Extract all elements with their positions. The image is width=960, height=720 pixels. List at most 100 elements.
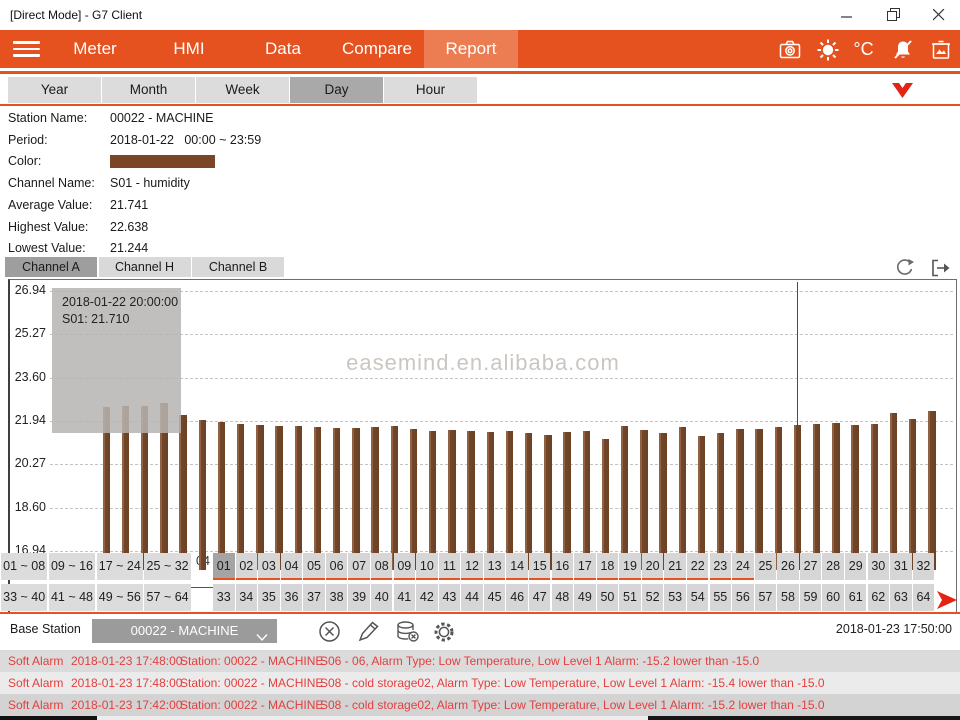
channel-button-04[interactable]: 04 (281, 553, 303, 580)
channel-button-44[interactable]: 44 (461, 584, 483, 611)
celsius-icon[interactable]: °C (851, 37, 876, 62)
channel-button-56[interactable]: 56 (732, 584, 754, 611)
channel-button-33[interactable]: 33 (213, 584, 235, 611)
channel-button-30[interactable]: 30 (868, 553, 890, 580)
alarm-mute-icon[interactable] (890, 37, 915, 62)
channel-button-37[interactable]: 37 (303, 584, 325, 611)
channel-button-32[interactable]: 32 (913, 553, 935, 580)
base-station-dropdown[interactable]: 00022 - MACHINE (92, 619, 277, 643)
channel-button-15[interactable]: 15 (529, 553, 551, 580)
channel-button-47[interactable]: 47 (529, 584, 551, 611)
channel-button-29[interactable]: 29 (845, 553, 867, 580)
channel-button-39[interactable]: 39 (348, 584, 370, 611)
channel-button-19[interactable]: 19 (619, 553, 641, 580)
close-button[interactable] (922, 0, 956, 29)
channel-button-55[interactable]: 55 (710, 584, 732, 611)
channel-button-46[interactable]: 46 (506, 584, 528, 611)
edit-icon[interactable] (356, 619, 381, 644)
channel-button-24[interactable]: 24 (732, 553, 754, 580)
channel-button-09[interactable]: 09 (394, 553, 416, 580)
menu-item-data[interactable]: Data (236, 30, 330, 68)
channel-tab-channel-b[interactable]: Channel B (192, 257, 284, 277)
channel-button-62[interactable]: 62 (868, 584, 890, 611)
channel-group-button-25~32[interactable]: 25 ~ 32 (144, 553, 190, 580)
channel-button-41[interactable]: 41 (394, 584, 416, 611)
screenshot-bin-icon[interactable] (928, 37, 953, 62)
menu-item-compare[interactable]: Compare (330, 30, 424, 68)
channel-button-36[interactable]: 36 (281, 584, 303, 611)
channel-button-50[interactable]: 50 (597, 584, 619, 611)
menu-item-hmi[interactable]: HMI (142, 30, 236, 68)
channel-tab-channel-a[interactable]: Channel A (5, 257, 97, 277)
brightness-icon[interactable] (815, 37, 840, 62)
channel-button-06[interactable]: 06 (326, 553, 348, 580)
restore-button[interactable] (876, 0, 910, 29)
channel-button-63[interactable]: 63 (890, 584, 912, 611)
channel-button-12[interactable]: 12 (461, 553, 483, 580)
channel-group-button-57~64[interactable]: 57 ~ 64 (144, 584, 190, 611)
database-clear-icon[interactable] (395, 619, 420, 644)
channel-button-28[interactable]: 28 (822, 553, 844, 580)
channel-button-01[interactable]: 01 (213, 553, 235, 580)
minimize-button[interactable] (830, 0, 864, 29)
channel-button-10[interactable]: 10 (416, 553, 438, 580)
period-tab-week[interactable]: Week (196, 77, 289, 103)
channel-group-button-33~40[interactable]: 33 ~ 40 (1, 584, 47, 611)
scroll-right-button[interactable] (936, 590, 958, 615)
channel-button-57[interactable]: 57 (755, 584, 777, 611)
camera-icon[interactable] (777, 37, 802, 62)
channel-button-59[interactable]: 59 (800, 584, 822, 611)
channel-button-45[interactable]: 45 (484, 584, 506, 611)
period-tab-hour[interactable]: Hour (384, 77, 477, 103)
settings-icon[interactable] (431, 619, 456, 644)
channel-button-34[interactable]: 34 (236, 584, 258, 611)
channel-group-button-01~08[interactable]: 01 ~ 08 (1, 553, 47, 580)
channel-button-22[interactable]: 22 (687, 553, 709, 580)
channel-button-03[interactable]: 03 (258, 553, 280, 580)
channel-group-button-49~56[interactable]: 49 ~ 56 (97, 584, 143, 611)
channel-button-26[interactable]: 26 (777, 553, 799, 580)
channel-button-35[interactable]: 35 (258, 584, 280, 611)
channel-button-11[interactable]: 11 (439, 553, 461, 580)
channel-group-button-41~48[interactable]: 41 ~ 48 (49, 584, 95, 611)
alarm-row[interactable]: Soft Alarm2018-01-23 17:48:00Station: 00… (0, 672, 960, 694)
channel-button-38[interactable]: 38 (326, 584, 348, 611)
channel-button-08[interactable]: 08 (371, 553, 393, 580)
collapse-panel-button[interactable] (891, 80, 914, 105)
channel-button-40[interactable]: 40 (371, 584, 393, 611)
alarm-row[interactable]: Soft Alarm2018-01-23 17:48:00Station: 00… (0, 650, 960, 672)
channel-button-42[interactable]: 42 (416, 584, 438, 611)
channel-button-27[interactable]: 27 (800, 553, 822, 580)
hamburger-menu-icon[interactable] (13, 41, 40, 57)
channel-button-64[interactable]: 64 (913, 584, 935, 611)
period-tab-day[interactable]: Day (290, 77, 383, 103)
channel-group-button-09~16[interactable]: 09 ~ 16 (49, 553, 95, 580)
channel-button-16[interactable]: 16 (552, 553, 574, 580)
channel-button-18[interactable]: 18 (597, 553, 619, 580)
period-tab-year[interactable]: Year (8, 77, 101, 103)
channel-button-14[interactable]: 14 (506, 553, 528, 580)
channel-button-05[interactable]: 05 (303, 553, 325, 580)
channel-group-button-17~24[interactable]: 17 ~ 24 (97, 553, 143, 580)
channel-button-25[interactable]: 25 (755, 553, 777, 580)
channel-button-58[interactable]: 58 (777, 584, 799, 611)
channel-button-23[interactable]: 23 (710, 553, 732, 580)
channel-button-53[interactable]: 53 (664, 584, 686, 611)
channel-button-52[interactable]: 52 (642, 584, 664, 611)
clear-icon[interactable] (317, 619, 342, 644)
menu-item-report[interactable]: Report (424, 30, 518, 68)
alarm-row[interactable]: Soft Alarm2018-01-23 17:42:00Station: 00… (0, 694, 960, 716)
channel-button-21[interactable]: 21 (664, 553, 686, 580)
menu-item-meter[interactable]: Meter (48, 30, 142, 68)
channel-button-13[interactable]: 13 (484, 553, 506, 580)
channel-button-07[interactable]: 07 (348, 553, 370, 580)
channel-button-51[interactable]: 51 (619, 584, 641, 611)
channel-button-17[interactable]: 17 (574, 553, 596, 580)
channel-button-61[interactable]: 61 (845, 584, 867, 611)
channel-button-60[interactable]: 60 (822, 584, 844, 611)
channel-button-54[interactable]: 54 (687, 584, 709, 611)
channel-button-43[interactable]: 43 (439, 584, 461, 611)
channel-button-31[interactable]: 31 (890, 553, 912, 580)
channel-button-20[interactable]: 20 (642, 553, 664, 580)
channel-tab-channel-h[interactable]: Channel H (99, 257, 191, 277)
